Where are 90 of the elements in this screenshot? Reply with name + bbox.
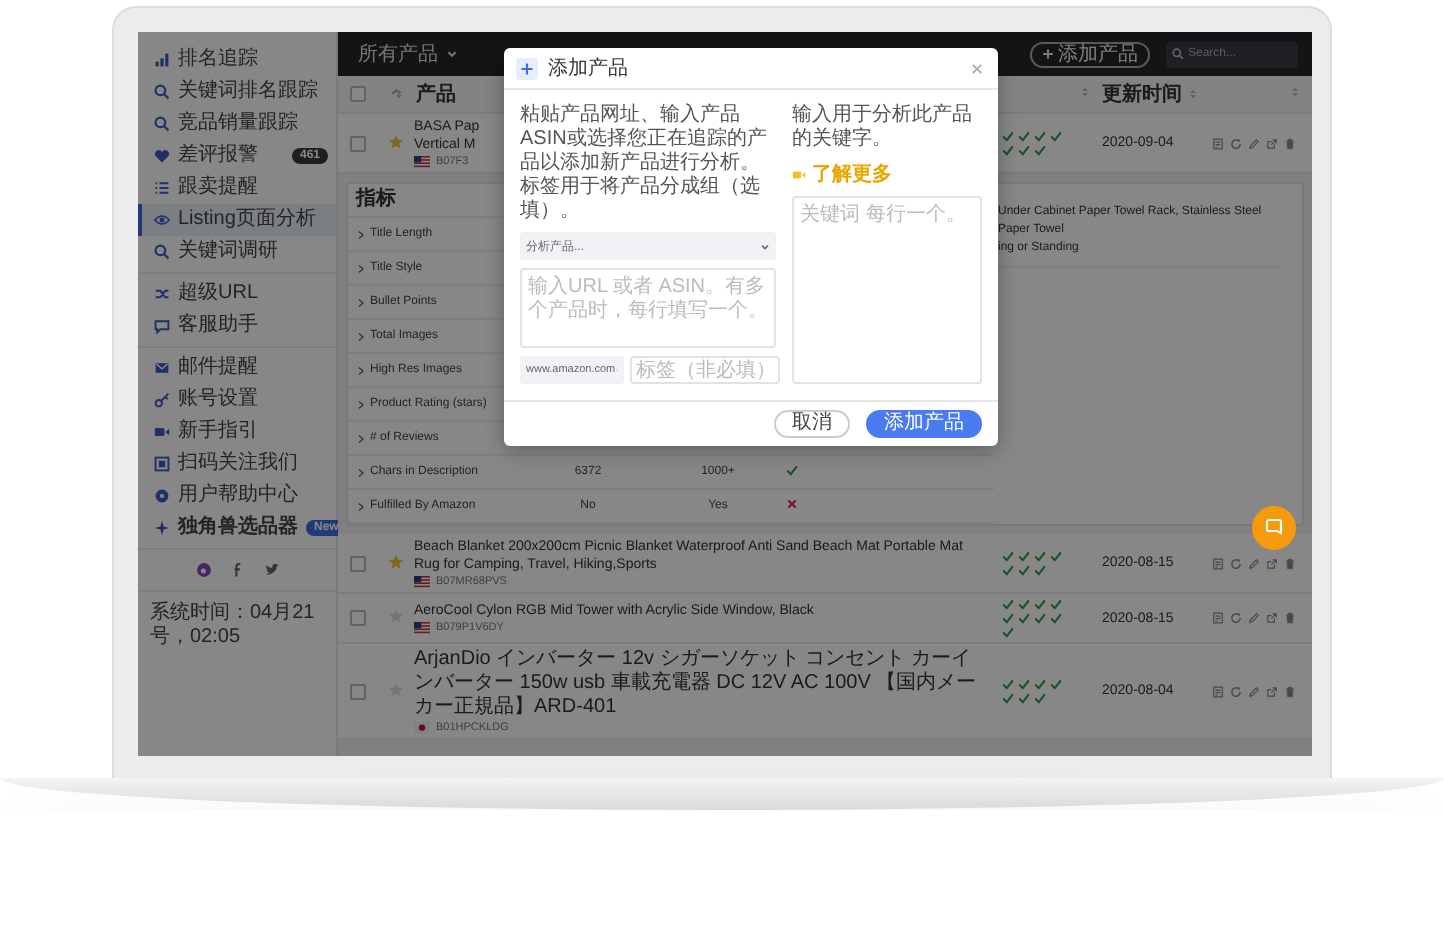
list-icon <box>154 180 170 196</box>
plus-icon <box>1042 48 1054 60</box>
chevron-right-icon <box>356 501 366 511</box>
checkbox[interactable] <box>350 86 366 102</box>
search-icon <box>154 244 170 260</box>
eye-icon <box>154 212 170 228</box>
chevron-right-icon <box>356 467 366 477</box>
add-product-button[interactable]: 添加产品 <box>1030 41 1150 67</box>
chevron-right-icon <box>356 365 366 375</box>
edit-icon[interactable] <box>1248 557 1260 569</box>
heart-icon <box>154 148 170 164</box>
video-camera-icon <box>792 167 806 181</box>
refresh-icon[interactable] <box>1230 685 1242 697</box>
external-link-icon[interactable] <box>1266 685 1278 697</box>
video-camera-icon <box>154 424 170 440</box>
chevron-right-icon <box>356 263 366 273</box>
key-icon <box>154 392 170 408</box>
sidebar-item[interactable]: 关键词排名跟踪 <box>138 76 336 108</box>
edit-icon[interactable] <box>1248 612 1260 624</box>
tag-field[interactable]: 标签（非必填） <box>630 356 780 384</box>
keywords-instructions: 输入用于分析此产品的关键字。 <box>792 104 974 152</box>
shuffle-icon <box>154 286 170 302</box>
edit-icon[interactable] <box>1248 685 1260 697</box>
sidebar-item[interactable]: 用户帮助中心 <box>138 480 336 512</box>
trash-icon[interactable] <box>1284 685 1296 697</box>
edit-icon[interactable] <box>1248 137 1260 149</box>
external-link-icon[interactable] <box>1266 137 1278 149</box>
trash-icon[interactable] <box>1284 557 1296 569</box>
refresh-icon[interactable] <box>1230 612 1242 624</box>
sidebar-item[interactable]: 客服助手 <box>138 310 336 342</box>
sidebar-item[interactable]: 竞品销量跟踪 <box>138 108 336 140</box>
url-field[interactable]: 输入URL 或者 ASIN。有多个产品时，每行填写一个。 <box>520 268 776 348</box>
filter-dropdown[interactable]: 所有产品 <box>358 40 458 68</box>
checkbox[interactable] <box>350 555 366 571</box>
sidebar-item[interactable]: 新手指引 <box>138 416 336 448</box>
sort-icon <box>1080 86 1090 98</box>
sidebar-item[interactable]: 邮件提醒 <box>138 352 336 384</box>
external-link-icon[interactable] <box>1266 557 1278 569</box>
refresh-icon[interactable] <box>1230 557 1242 569</box>
dialog-title: 添加产品 <box>548 55 630 82</box>
note-icon[interactable] <box>1212 137 1224 149</box>
bird-icon[interactable] <box>263 562 279 578</box>
system-time: 系统时间：04月21号，02:05 <box>148 599 317 652</box>
note-icon[interactable] <box>1212 612 1224 624</box>
search-icon <box>154 116 170 132</box>
search-icon <box>1172 48 1184 60</box>
external-link-icon[interactable] <box>1266 612 1278 624</box>
sidebar-item[interactable]: 账号设置 <box>138 384 336 416</box>
chat-icon <box>1264 518 1284 538</box>
chevron-right-icon <box>356 229 366 239</box>
sidebar-item[interactable]: 跟卖提醒 <box>138 172 336 204</box>
weibo-icon[interactable] <box>195 562 211 578</box>
cancel-button[interactable]: 取消 <box>774 410 850 438</box>
trash-icon[interactable] <box>1284 612 1296 624</box>
checkbox[interactable] <box>350 610 366 626</box>
column-header[interactable]: 更新时间 <box>1102 80 1182 108</box>
search-icon <box>154 84 170 100</box>
note-icon[interactable] <box>1212 685 1224 697</box>
chevron-right-icon <box>356 433 366 443</box>
keywords-field[interactable]: 关键词 每行一个。 <box>792 196 982 384</box>
sidebar-item[interactable]: 超级URL <box>138 278 336 310</box>
sort-icon <box>394 88 404 100</box>
sidebar-item[interactable]: 关键词调研 <box>138 236 336 268</box>
mail-icon <box>154 360 170 376</box>
sparkle-icon <box>154 520 170 536</box>
sort-icon <box>1188 88 1198 100</box>
sort-icon <box>1290 86 1300 98</box>
refresh-icon[interactable] <box>1230 137 1242 149</box>
note-icon[interactable] <box>1212 557 1224 569</box>
checkbox[interactable] <box>350 683 366 699</box>
sidebar-item[interactable]: Listing页面分析 <box>138 204 336 236</box>
sidebar-item[interactable]: 排名追踪 <box>138 44 336 76</box>
facebook-icon[interactable] <box>229 562 245 578</box>
help-icon <box>154 488 170 504</box>
product-title[interactable]: ArjanDio インバーター 12v シガーソケット コンセント カーインバーター 150w usb 車載充電器 DC 12V AC 100V 【国内メーカー正規品】ARD-401 <box>414 648 986 720</box>
add-product-button[interactable]: 添加产品 <box>866 410 982 438</box>
bar-chart-icon <box>154 52 170 68</box>
qr-code-icon <box>154 456 170 472</box>
column-header[interactable]: 产品 <box>416 80 456 108</box>
chevron-right-icon <box>356 331 366 341</box>
trash-icon[interactable] <box>1284 137 1296 149</box>
star-icon[interactable] <box>388 553 404 569</box>
checkbox[interactable] <box>350 135 366 151</box>
plus-icon <box>516 57 538 79</box>
close-button[interactable] <box>970 61 984 75</box>
chevron-right-icon <box>356 297 366 307</box>
sidebar-item[interactable]: 扫码关注我们 <box>138 448 336 480</box>
star-icon[interactable] <box>388 133 404 149</box>
chat-icon <box>154 318 170 334</box>
chevron-right-icon <box>356 399 366 409</box>
